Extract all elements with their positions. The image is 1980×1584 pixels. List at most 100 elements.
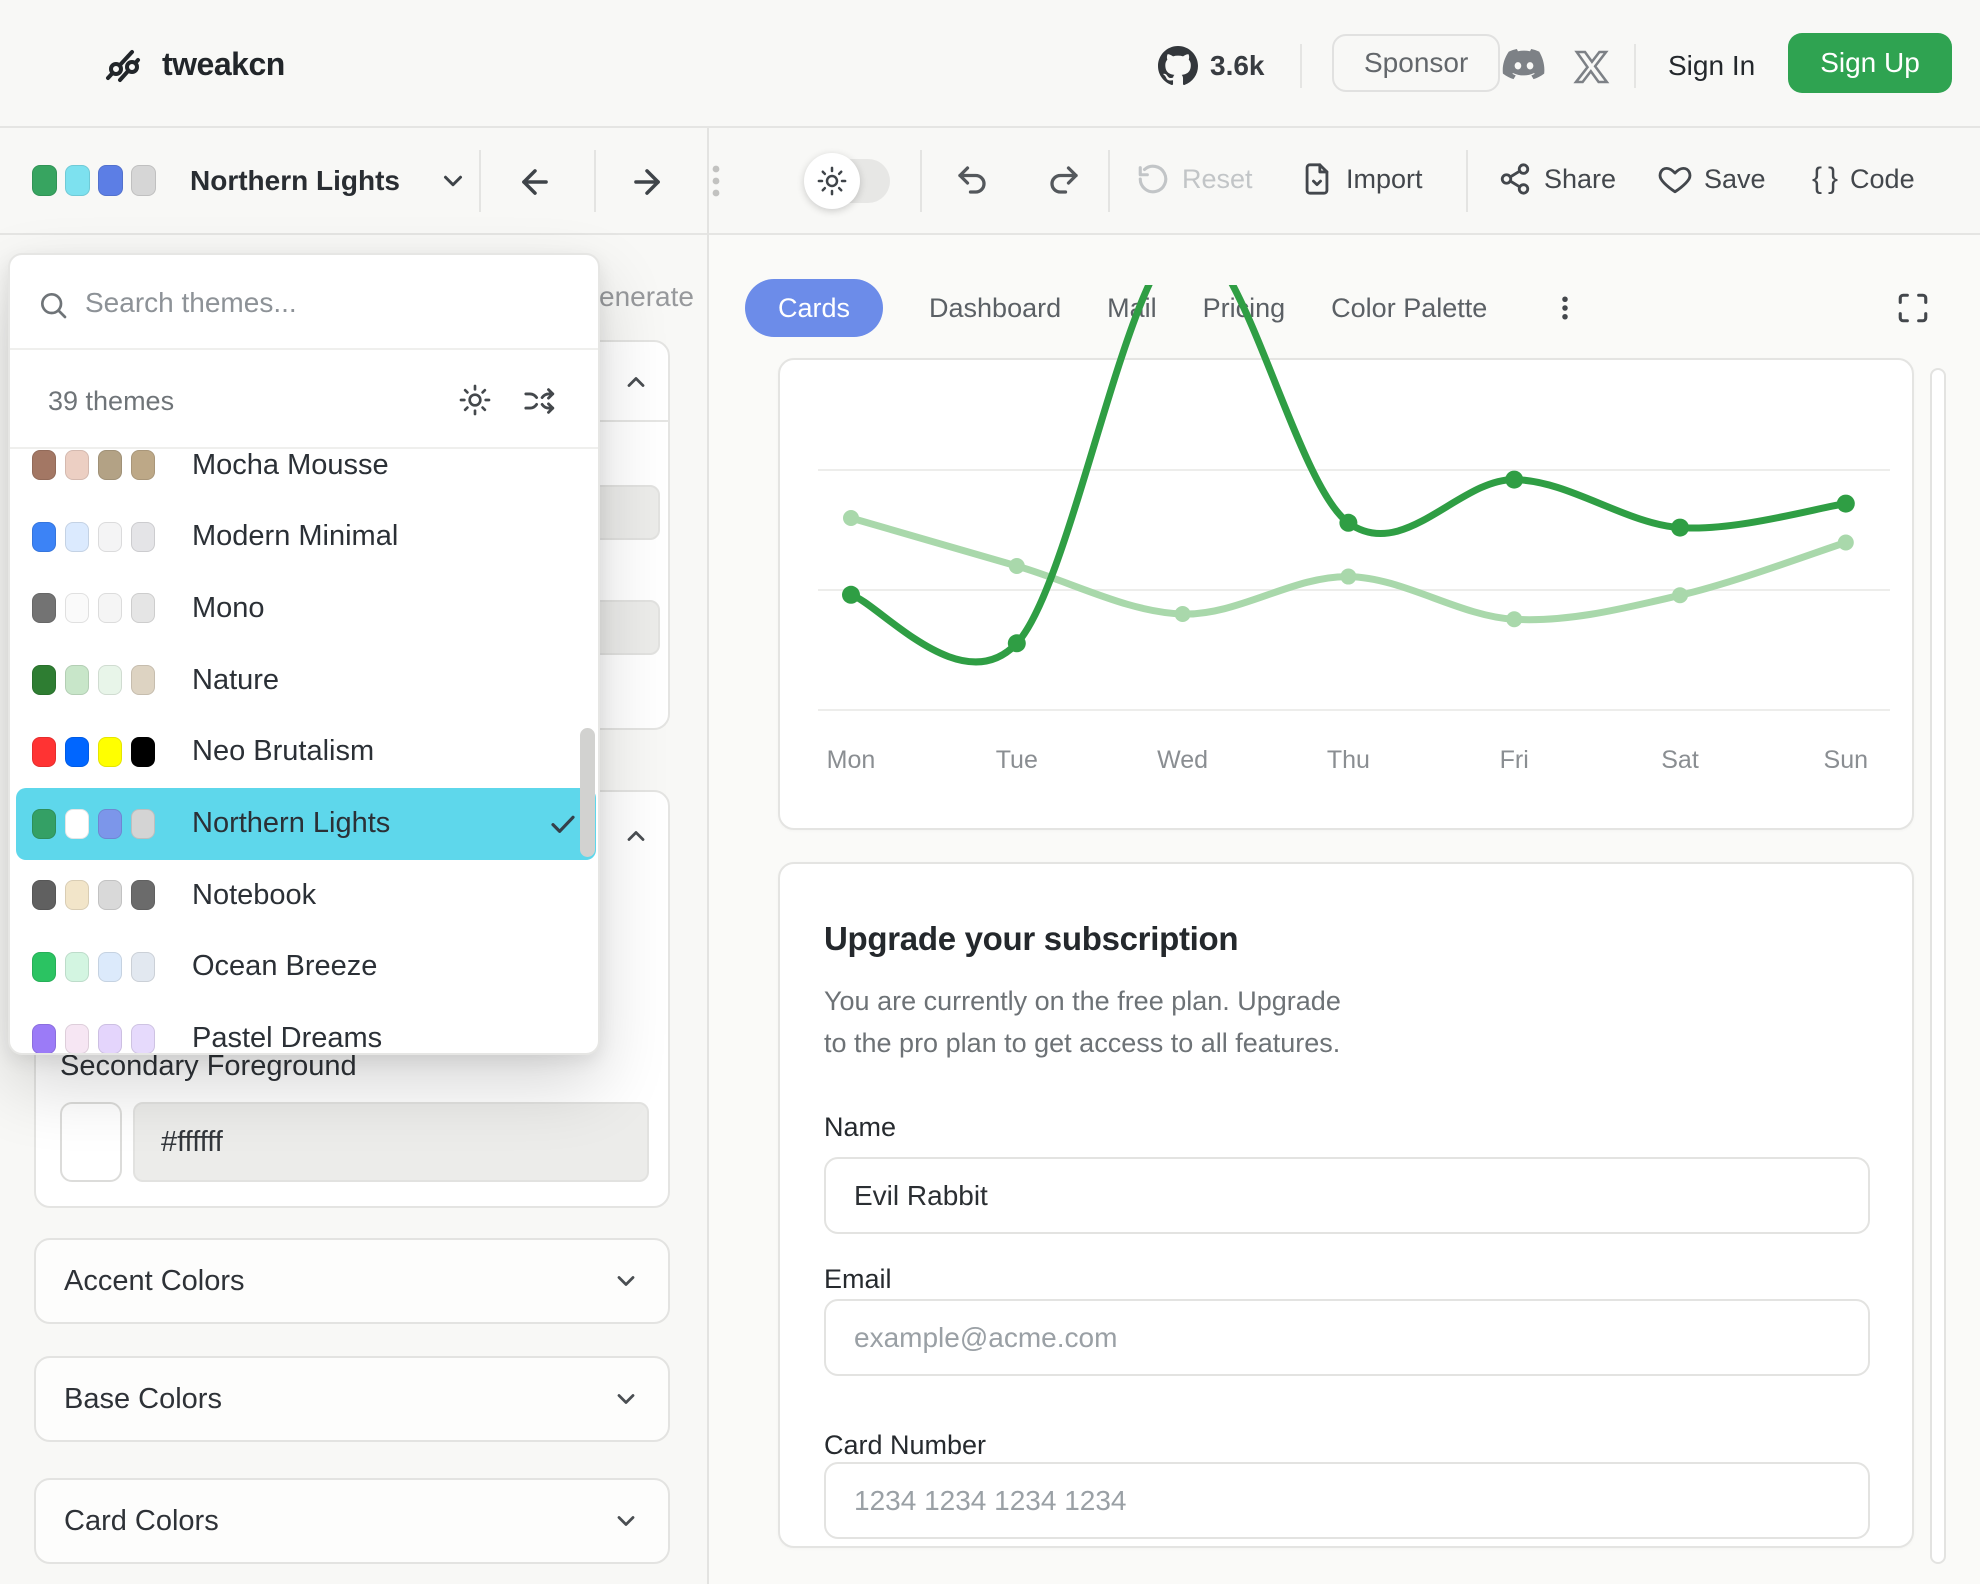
- theme-swatch: [131, 952, 155, 982]
- light-mode-filter-button[interactable]: [459, 384, 491, 416]
- theme-option-label: Northern Lights: [192, 807, 390, 840]
- theme-option-label: Neo Brutalism: [192, 735, 374, 768]
- name-label: Name: [824, 1112, 896, 1143]
- exercise-chart-card: [778, 358, 1914, 830]
- section-accent-colors[interactable]: Accent Colors: [34, 1238, 670, 1324]
- theme-count-label: 39 themes: [48, 386, 174, 417]
- theme-swatch: [65, 880, 89, 910]
- panel-resize-handle[interactable]: [708, 161, 724, 201]
- generate-button-partial[interactable]: enerate: [599, 281, 694, 313]
- tab-pricing[interactable]: Pricing: [1203, 293, 1286, 324]
- random-theme-button[interactable]: [523, 384, 557, 418]
- preview-scrollbar[interactable]: [1930, 368, 1946, 1564]
- dropdown-scrollbar-thumb[interactable]: [580, 728, 595, 857]
- theme-option-mono[interactable]: Mono: [16, 572, 596, 644]
- theme-option-swatches: [32, 952, 164, 982]
- theme-swatch: [98, 665, 122, 695]
- upgrade-description: You are currently on the free plan. Upgr…: [824, 980, 1341, 1064]
- theme-option-northern-lights[interactable]: Northern Lights: [16, 788, 596, 860]
- collapse-section-button[interactable]: [622, 368, 650, 396]
- tab-mail[interactable]: Mail: [1107, 293, 1157, 324]
- sign-up-label: Sign Up: [1820, 47, 1920, 79]
- theme-option-mocha-mousse[interactable]: Mocha Mousse: [16, 429, 596, 501]
- theme-option-swatches: [32, 665, 164, 695]
- theme-swatch: [131, 165, 156, 196]
- theme-swatch: [98, 1024, 122, 1054]
- redo-button[interactable]: [1046, 162, 1082, 198]
- fullscreen-icon[interactable]: [1896, 291, 1930, 325]
- theme-swatch: [32, 522, 56, 552]
- history-back-button[interactable]: [516, 163, 554, 201]
- header-divider: [1634, 44, 1636, 88]
- theme-option-notebook[interactable]: Notebook: [16, 859, 596, 931]
- save-button[interactable]: Save: [1658, 162, 1766, 196]
- secondary-foreground-value-input[interactable]: #ffffff: [133, 1102, 649, 1182]
- tab-dashboard[interactable]: Dashboard: [929, 293, 1061, 324]
- sun-icon: [817, 166, 847, 196]
- collapse-section-button[interactable]: [622, 822, 650, 850]
- toolbar-divider: [1466, 150, 1468, 212]
- theme-swatch: [32, 593, 56, 623]
- theme-option-ocean-breeze[interactable]: Ocean Breeze: [16, 931, 596, 1003]
- sponsor-label: Sponsor: [1364, 47, 1468, 79]
- theme-option-modern-minimal[interactable]: Modern Minimal: [16, 501, 596, 573]
- theme-swatch: [65, 593, 89, 623]
- theme-option-swatches: [32, 450, 164, 480]
- theme-mode-knob[interactable]: [804, 153, 860, 209]
- theme-option-label: Mocha Mousse: [192, 449, 389, 482]
- import-file-icon: [1300, 162, 1334, 196]
- sponsor-button[interactable]: Sponsor: [1332, 34, 1500, 92]
- name-input[interactable]: [824, 1157, 1870, 1234]
- x-logo-icon[interactable]: [1572, 48, 1610, 86]
- theme-swatch: [131, 1024, 155, 1054]
- theme-option-neo-brutalism[interactable]: Neo Brutalism: [16, 716, 596, 788]
- code-label: Code: [1850, 164, 1915, 195]
- upgrade-subscription-card: Upgrade your subscription You are curren…: [778, 862, 1914, 1548]
- reset-button[interactable]: Reset: [1136, 162, 1253, 196]
- theme-swatch: [32, 1024, 56, 1054]
- tab-color-palette[interactable]: Color Palette: [1331, 293, 1487, 324]
- toolbar-divider: [479, 150, 481, 212]
- theme-swatch: [32, 952, 56, 982]
- sign-up-button[interactable]: Sign Up: [1788, 33, 1952, 93]
- section-label: Card Colors: [64, 1505, 219, 1538]
- heart-icon: [1658, 162, 1692, 196]
- theme-swatch: [65, 450, 89, 480]
- email-input[interactable]: [824, 1299, 1870, 1376]
- theme-selector[interactable]: Northern Lights: [32, 128, 468, 233]
- share-label: Share: [1544, 164, 1616, 195]
- theme-option-pastel-dreams[interactable]: Pastel Dreams: [16, 1003, 596, 1055]
- theme-option-swatches: [32, 1024, 164, 1054]
- theme-swatch: [32, 165, 57, 196]
- tab-cards[interactable]: Cards: [745, 279, 883, 337]
- brand-title: tweakcn: [162, 46, 285, 83]
- import-button[interactable]: Import: [1300, 162, 1423, 196]
- theme-swatch: [32, 809, 56, 839]
- section-label: Accent Colors: [64, 1265, 245, 1298]
- section-card-colors[interactable]: Card Colors: [34, 1478, 670, 1564]
- theme-swatch: [98, 522, 122, 552]
- theme-swatch: [131, 880, 155, 910]
- history-forward-button[interactable]: [628, 163, 666, 201]
- share-button[interactable]: Share: [1498, 162, 1616, 196]
- sign-in-link[interactable]: Sign In: [1668, 50, 1755, 82]
- undo-button[interactable]: [954, 162, 990, 198]
- check-icon: [547, 808, 579, 840]
- github-stars[interactable]: 3.6k: [1158, 44, 1265, 88]
- save-label: Save: [1704, 164, 1766, 195]
- section-base-colors[interactable]: Base Colors: [34, 1356, 670, 1442]
- more-options-button[interactable]: [1550, 293, 1580, 323]
- panel-divider[interactable]: [707, 128, 709, 1584]
- theme-option-nature[interactable]: Nature: [16, 644, 596, 716]
- discord-icon[interactable]: [1502, 47, 1546, 83]
- tweakcn-logo-icon: [98, 40, 146, 88]
- github-icon: [1158, 46, 1198, 86]
- braces-icon: { }: [1812, 162, 1838, 196]
- search-themes-input[interactable]: [85, 275, 525, 331]
- theme-swatch: [32, 450, 56, 480]
- theme-swatch: [131, 665, 155, 695]
- card-number-input[interactable]: [824, 1462, 1870, 1539]
- section-label: Base Colors: [64, 1383, 222, 1416]
- color-swatch-button[interactable]: [60, 1102, 122, 1182]
- code-button[interactable]: { } Code: [1812, 162, 1915, 196]
